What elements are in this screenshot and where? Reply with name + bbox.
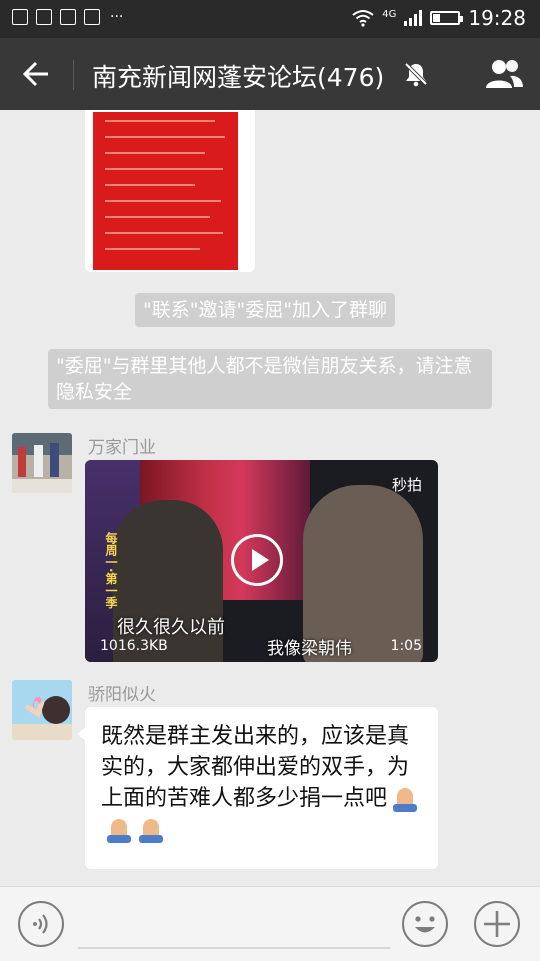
shared-image[interactable] — [93, 112, 238, 270]
voice-icon — [33, 914, 48, 934]
video-subtitle-right: 我像梁朝伟 — [267, 639, 352, 659]
mail-notification-icon-2 — [60, 9, 76, 25]
video-file-size: 1016.3KB — [100, 638, 168, 654]
sender-name: 骄阳似火 — [88, 685, 156, 705]
video-message[interactable]: 每周一·第一季 秒拍 很久很久以前 我像梁朝伟 1016.3KB 1:05 — [85, 460, 438, 662]
praying-hands-emoji-icon — [137, 817, 165, 843]
message-notification-icon — [84, 9, 100, 25]
more-actions-button[interactable] — [474, 901, 520, 947]
praying-hands-emoji-icon — [391, 786, 419, 812]
video-source-logo: 秒拍 — [391, 476, 422, 494]
message-text: 既然是群主发出来的，应该是真实的，大家都伸出爱的双手，为上面的苦难人都多少捐一点… — [101, 724, 410, 811]
emoji-button[interactable] — [402, 901, 448, 947]
more-notifications: ··· — [110, 9, 124, 25]
system-notice-join: "联系"邀请"委屈"加入了群聊 — [135, 293, 395, 327]
voice-input-button[interactable] — [18, 901, 64, 947]
text-message[interactable]: 既然是群主发出来的，应该是真实的，大家都伸出爱的双手，为上面的苦难人都多少捐一点… — [77, 707, 438, 869]
smiley-icon — [415, 916, 435, 933]
praying-hands-emoji-icon — [105, 817, 133, 843]
network-type: 4G — [382, 8, 397, 20]
group-members-icon[interactable] — [484, 56, 524, 92]
avatar[interactable] — [12, 433, 72, 493]
signal-icon — [404, 10, 423, 26]
mail-notification-icon — [36, 9, 52, 25]
video-duration: 1:05 — [390, 638, 422, 654]
wifi-icon — [352, 10, 374, 27]
image-message[interactable] — [85, 110, 255, 272]
message-list[interactable]: "联系"邀请"委屈"加入了群聊 "委屈"与群里其他人都不是微信朋友关系，请注意隐… — [0, 110, 540, 886]
header-divider — [73, 60, 74, 90]
video-show-badge: 每周一·第一季 — [104, 532, 118, 609]
avatar[interactable] — [12, 680, 72, 740]
sender-name: 万家门业 — [88, 438, 156, 458]
message-input[interactable] — [78, 947, 390, 949]
battery-icon — [430, 11, 464, 25]
status-bar: ··· 4G 19:28 — [0, 0, 540, 38]
play-icon[interactable] — [231, 534, 283, 586]
clock: 19:28 — [468, 6, 526, 30]
chat-title: 南充新闻网蓬安论坛(476) — [92, 63, 385, 92]
mute-notifications-icon — [404, 62, 428, 87]
system-notice-privacy: "委屈"与群里其他人都不是微信朋友关系，请注意隐私安全 — [48, 349, 492, 409]
input-bar — [0, 886, 540, 961]
gallery-notification-icon — [12, 9, 28, 25]
plus-icon — [484, 911, 510, 937]
video-subtitle-left: 很久很久以前 — [117, 617, 225, 638]
chat-header: 南充新闻网蓬安论坛(476) — [0, 38, 540, 110]
back-arrow-icon[interactable] — [16, 54, 56, 94]
